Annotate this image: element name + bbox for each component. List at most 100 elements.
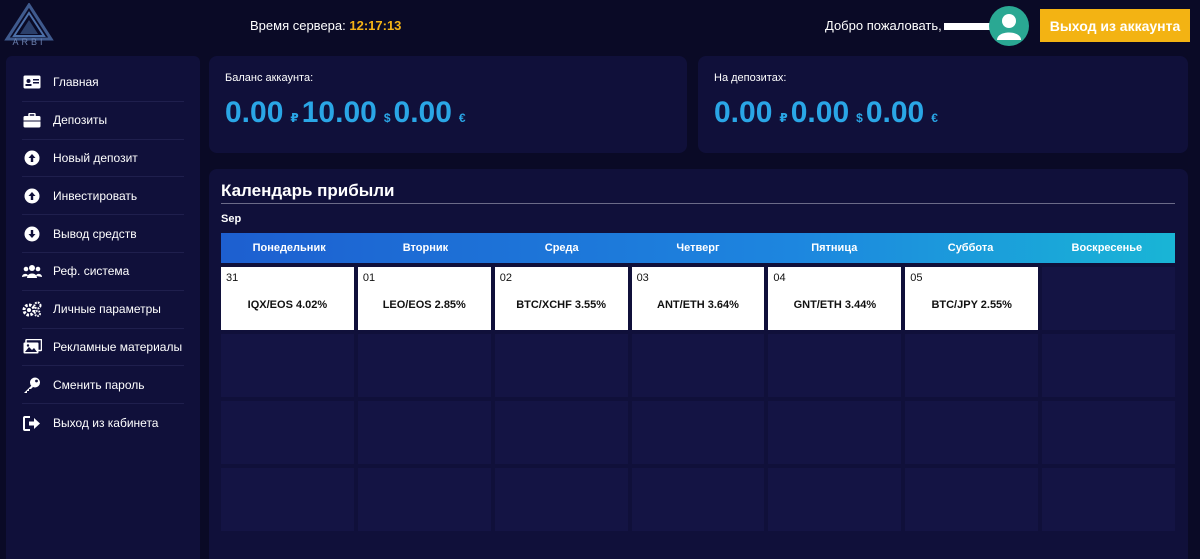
calendar-day-cell-empty	[1042, 334, 1175, 397]
gears-icon	[22, 301, 42, 318]
weekday-sunday: Воскресенье	[1071, 242, 1143, 254]
calendar-day-cell[interactable]: 03 ANT/ETH 3.64%	[631, 267, 765, 330]
calendar-day-cell-empty	[357, 334, 491, 397]
weekday-tuesday: Вторник	[402, 242, 449, 254]
sidebar-item-referral[interactable]: Реф. система	[22, 253, 184, 291]
calendar-week-row	[221, 334, 1175, 397]
calendar-day-number: 31	[226, 272, 239, 284]
server-time-value: 12:17:13	[349, 18, 402, 33]
avatar[interactable]	[989, 6, 1029, 46]
sign-out-icon	[22, 415, 42, 431]
calendar-day-cell-empty	[631, 401, 765, 464]
sidebar-item-home[interactable]: Главная	[22, 64, 184, 102]
calendar-day-cell-empty	[631, 468, 765, 531]
ruble-icon: ₽	[779, 111, 788, 125]
weekday-saturday: Суббота	[947, 242, 994, 254]
sidebar-item-label: Вывод средств	[53, 226, 137, 241]
calendar-day-cell-empty	[905, 468, 1039, 531]
sidebar-item-label: Новый депозит	[53, 150, 138, 165]
calendar-day-cell-empty	[768, 334, 902, 397]
username-redacted	[943, 23, 996, 31]
sidebar-item-invest[interactable]: Инвестировать	[22, 177, 184, 216]
calendar-grid: Понедельник Вторник Среда Четверг Пятниц…	[221, 233, 1175, 531]
sidebar-item-withdraw[interactable]: Вывод средств	[22, 215, 184, 253]
sidebar-item-label: Реф. система	[53, 264, 130, 279]
account-balance-card: Баланс аккаунта: 0.00 ₽ 10.00 $ 0.00 €	[209, 56, 687, 153]
logout-button[interactable]: Выход из аккаунта	[1040, 9, 1190, 42]
calendar-day-cell-empty	[631, 334, 765, 397]
calendar-title: Календарь прибыли	[221, 181, 1175, 204]
calendar-day-cell[interactable]: 05 BTC/JPY 2.55%	[905, 267, 1039, 330]
sidebar-item-deposits[interactable]: Депозиты	[22, 102, 184, 140]
calendar-day-cell-empty	[221, 468, 354, 531]
calendar-day-number: 01	[362, 272, 376, 284]
calendar-day-number: 02	[499, 272, 512, 284]
balance-usd-amount: 10.00	[301, 96, 377, 129]
calendar-day-pair: IQX/EOS 4.02%	[247, 299, 328, 311]
weekday-thursday: Четверг	[676, 242, 720, 254]
profit-calendar: Календарь прибыли Sep Понедельник Вторни…	[209, 169, 1188, 559]
account-balance-values: 0.00 ₽ 10.00 $ 0.00 €	[225, 96, 671, 130]
sidebar-item-promo-materials[interactable]: Рекламные материалы	[22, 329, 184, 367]
calendar-week-row	[221, 468, 1175, 531]
calendar-day-pair: BTC/JPY 2.55%	[931, 299, 1012, 311]
calendar-day-cell-empty	[1042, 401, 1175, 464]
calendar-day-cell[interactable]: 01 LEO/EOS 2.85%	[357, 267, 491, 330]
calendar-month: Sep	[221, 213, 242, 225]
calendar-day-cell[interactable]: 04 GNT/ETH 3.44%	[768, 267, 902, 330]
calendar-day-cell-empty	[905, 401, 1039, 464]
sidebar-item-label: Депозиты	[53, 113, 108, 128]
euro-icon: €	[931, 111, 938, 125]
weekday-wednesday: Среда	[544, 242, 579, 254]
calendar-day-cell-empty	[357, 468, 491, 531]
euro-icon: €	[458, 111, 466, 125]
server-time: Время сервера: 12:17:13	[250, 18, 401, 33]
dollar-icon: $	[383, 111, 391, 125]
calendar-day-cell-empty	[221, 401, 354, 464]
user-icon	[997, 14, 1021, 40]
calendar-day-cell-empty	[1042, 468, 1175, 531]
id-card-icon	[22, 74, 42, 90]
briefcase-icon	[22, 112, 42, 128]
calendar-weekday-header: Понедельник Вторник Среда Четверг Пятниц…	[221, 233, 1175, 263]
deposits-label: На депозитах:	[714, 72, 787, 84]
calendar-day-cell-empty	[494, 468, 628, 531]
ruble-icon: ₽	[290, 111, 299, 125]
balance-eur-amount: 0.00	[393, 96, 452, 129]
weekday-friday: Пятница	[811, 242, 858, 254]
header: ARBI Время сервера: 12:17:13 Добро пожал…	[0, 0, 1200, 52]
calendar-day-pair: LEO/EOS 2.85%	[382, 299, 466, 311]
sidebar-item-exit[interactable]: Выход из кабинета	[22, 404, 184, 442]
calendar-week-row: 31 IQX/EOS 4.02% 01 LEO/EOS 2.85% 02 BTC…	[221, 267, 1175, 330]
account-balance-label: Баланс аккаунта:	[225, 72, 314, 84]
sidebar-item-label: Главная	[53, 75, 99, 90]
sidebar-item-label: Выход из кабинета	[53, 416, 159, 431]
calendar-day-cell[interactable]: 02 BTC/XCHF 3.55%	[494, 267, 628, 330]
calendar-day-cell-empty	[1042, 267, 1175, 330]
calendar-day-cell-empty	[768, 468, 902, 531]
calendar-day-cell-empty	[494, 401, 628, 464]
calendar-day-cell-empty	[357, 401, 491, 464]
logo-text: ARBI	[12, 37, 46, 47]
sidebar-item-new-deposit[interactable]: Новый депозит	[22, 140, 184, 178]
deposits-rub-amount: 0.00	[714, 96, 773, 129]
server-time-label: Время сервера:	[250, 18, 346, 33]
sidebar-item-change-password[interactable]: Сменить пароль	[22, 366, 184, 405]
arrow-up-circle-icon	[22, 188, 42, 204]
key-icon	[22, 377, 42, 393]
sidebar-item-label: Рекламные материалы	[53, 339, 183, 354]
calendar-day-cell-empty	[768, 401, 902, 464]
weekday-monday: Понедельник	[252, 242, 326, 254]
dollar-icon: $	[856, 111, 863, 125]
calendar-day-pair: BTC/XCHF 3.55%	[516, 299, 607, 311]
balance-rub-amount: 0.00	[225, 96, 284, 129]
sidebar-item-personal-settings[interactable]: Личные параметры	[22, 291, 184, 329]
welcome-label: Добро пожаловать,	[825, 18, 942, 33]
sidebar: Главная Депозиты Новый депозит Инвестиро…	[6, 56, 200, 559]
deposits-card: На депозитах: 0.00 ₽ 0.00 $ 0.00 €	[698, 56, 1188, 153]
deposits-usd-amount: 0.00	[790, 96, 850, 129]
images-icon	[22, 339, 42, 355]
calendar-day-cell[interactable]: 31 IQX/EOS 4.02%	[221, 267, 354, 330]
arrow-down-circle-icon	[22, 226, 42, 242]
calendar-day-pair: GNT/ETH 3.44%	[793, 299, 877, 311]
